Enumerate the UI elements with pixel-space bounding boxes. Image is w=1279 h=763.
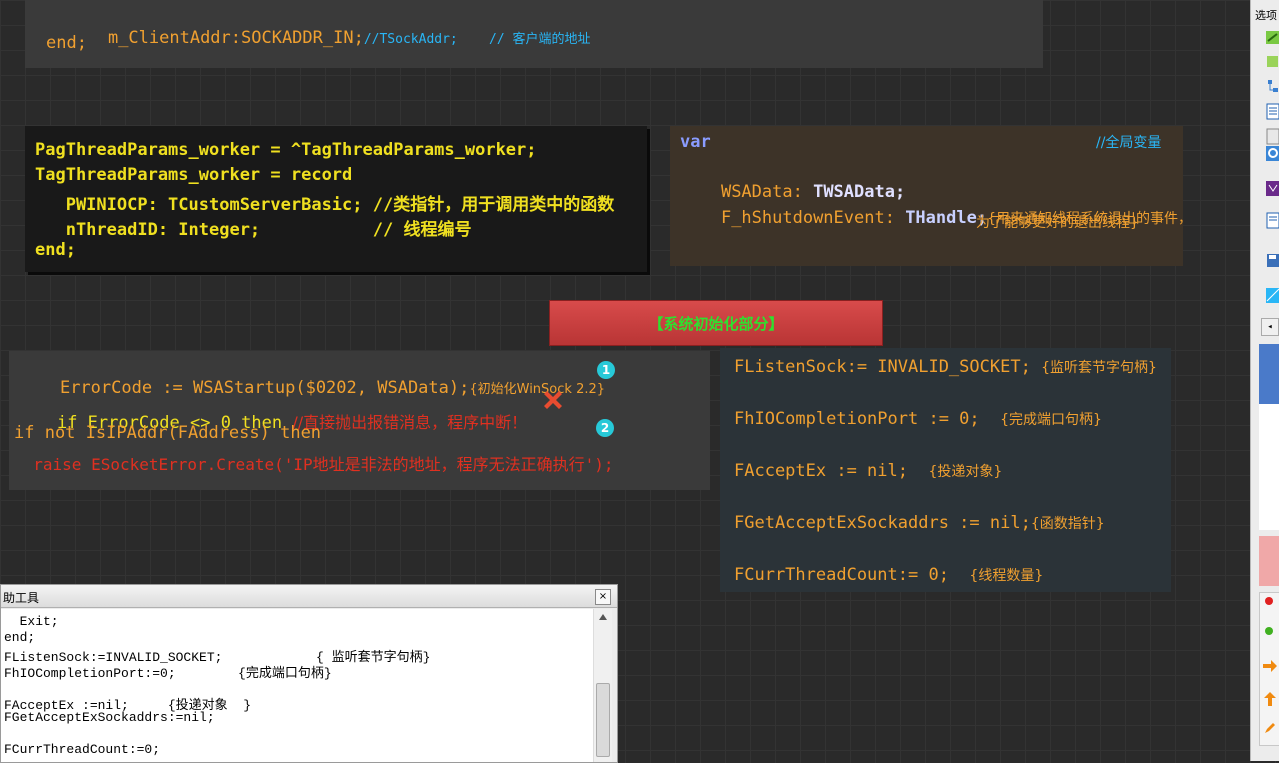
client-addr-line: m_ClientAddr:SOCKADDR_IN;//TSockAddr; //… <box>67 8 591 68</box>
init-vars-block: FListenSock:= INVALID_SOCKET; {监听套节字句柄} … <box>720 348 1171 592</box>
scroll-up-icon[interactable] <box>598 613 608 621</box>
record-line-1: PagThreadParams_worker = ^TagThreadParam… <box>35 140 537 160</box>
helper-line-7: FGetAcceptExSockaddrs:=nil; <box>4 710 215 725</box>
helper-tool-window: 助工具 × Exit; end; FListenSock:=INVALID_SO… <box>0 584 618 763</box>
init-var-listen-code: FListenSock:= INVALID_SOCKET; <box>734 357 1031 377</box>
record-line-3-text: PWINIOCP: TCustomServerBasic; //类指针，用于调用… <box>35 195 615 215</box>
page-icon[interactable] <box>1265 212 1279 229</box>
init-var-threadcount-code: FCurrThreadCount:= 0; <box>734 565 949 585</box>
close-button[interactable]: × <box>595 589 611 605</box>
error-check-block: ErrorCode := WSAStartup($0202, WSAData);… <box>9 351 710 490</box>
purple-book-icon[interactable] <box>1265 180 1279 197</box>
init-var-iocp-code: FhIOCompletionPort := 0; <box>734 409 980 429</box>
tree-icon[interactable] <box>1265 78 1279 95</box>
ipaddr-check-line: if not IsIPAddr(FAddress) then <box>14 423 322 443</box>
init-var-threadcount: FCurrThreadCount:= 0; {线程数量} <box>734 565 1043 585</box>
toolbar-title: 选项 <box>1255 9 1277 22</box>
green-dot-icon[interactable] <box>1263 625 1275 637</box>
init-var-threadcount-comment: {线程数量} <box>969 568 1044 584</box>
red-dot-icon[interactable] <box>1263 595 1275 607</box>
raise-error-line: raise ESocketError.Create('IP地址是非法的地址，程序… <box>14 455 614 474</box>
errorcode-check-line: if ErrorCode <> 0 then //直接抛出报错消息，程序中断！ <box>16 389 527 453</box>
helper-line-1: Exit; <box>4 614 59 629</box>
orange-pencil-icon[interactable] <box>1263 721 1277 735</box>
orange-right-arrow-icon[interactable] <box>1262 659 1278 673</box>
init-var-getaccept-comment: {函数指针} <box>1030 516 1105 532</box>
end-keyword: end; <box>46 33 87 53</box>
init-var-listen-comment: {监听套节字句柄} <box>1041 360 1157 376</box>
top-code-block: m_ClientAddr:SOCKADDR_IN;//TSockAddr; //… <box>25 0 1043 68</box>
document-icon[interactable] <box>1265 103 1279 120</box>
init-var-acceptex-comment: {投递对象} <box>928 464 1003 480</box>
list-icon[interactable] <box>1265 128 1279 145</box>
orange-up-arrow-icon[interactable] <box>1263 691 1277 707</box>
global-vars-block: var //全局变量 WSAData: TWSAData; F_hShutdow… <box>670 126 1192 266</box>
init-var-iocp: FhIOCompletionPort := 0; {完成端口句柄} <box>734 409 1102 429</box>
errorcode-check-comment: //直接抛出报错消息，程序中断！ <box>292 413 528 432</box>
toolbar-pink-panel[interactable] <box>1259 536 1279 586</box>
init-var-getaccept-code: FGetAcceptExSockaddrs := nil; <box>734 513 1031 533</box>
helper-line-2: end; <box>4 630 36 645</box>
client-addr-code: m_ClientAddr:SOCKADDR_IN; <box>107 28 364 48</box>
helper-scrollbar[interactable] <box>593 609 612 762</box>
global-vars-comment: //全局变量 <box>1096 135 1162 151</box>
badge-1: 1 <box>597 361 615 379</box>
save-icon[interactable] <box>1265 252 1279 269</box>
close-icon: × <box>598 591 608 602</box>
badge-2: 2 <box>596 419 614 437</box>
shutdown-name: F_hShutdownEvent: <box>720 208 906 228</box>
var-keyword: var <box>680 132 711 152</box>
record-line-4: nThreadID: Integer; // 线程编号 <box>35 220 472 240</box>
helper-title-text: 助工具 <box>3 591 40 605</box>
init-var-acceptex: FAcceptEx := nil; {投递对象} <box>734 461 1002 481</box>
helper-line-9: FCurrThreadCount:=0; <box>4 742 161 757</box>
green-node-icon[interactable] <box>1265 53 1279 70</box>
record-type-block: PagThreadParams_worker = ^TagThreadParam… <box>25 126 647 272</box>
helper-title-bar[interactable]: 助工具 × <box>1 585 617 608</box>
green-arrows-icon[interactable] <box>1265 29 1279 46</box>
toolbar-white-panel[interactable] <box>1259 404 1279 530</box>
right-toolbar: 选项 ◂ <box>1250 0 1279 761</box>
record-line-3: PWINIOCP: TCustomServerBasic; //类指针，用于调用… <box>35 190 615 215</box>
helper-line-4: FhIOCompletionPort:=0; {完成端口句柄} <box>4 666 332 681</box>
toolbar-scroll-left-button[interactable]: ◂ <box>1261 318 1279 336</box>
helper-text-area[interactable]: Exit; end; FListenSock:=INVALID_SOCKET; … <box>1 609 593 762</box>
scroll-thumb[interactable] <box>596 683 610 757</box>
image-icon[interactable] <box>1265 287 1279 304</box>
record-line-5: end; <box>35 240 76 260</box>
toolbar-blue-panel[interactable] <box>1259 344 1279 404</box>
client-addr-comment: //TSockAddr; // 客户端的地址 <box>363 32 591 47</box>
record-line-2: TagThreadParams_worker = record <box>35 165 353 185</box>
shutdown-type: THandle; <box>905 208 988 228</box>
search-icon[interactable] <box>1265 145 1279 162</box>
init-var-listen: FListenSock:= INVALID_SOCKET; {监听套节字句柄} <box>734 357 1157 377</box>
init-section-header: 【系统初始化部分】 <box>549 300 883 346</box>
init-var-acceptex-code: FAcceptEx := nil; <box>734 461 908 481</box>
red-x-icon <box>544 391 562 409</box>
init-var-iocp-comment: {完成端口句柄} <box>1000 412 1102 428</box>
init-var-getaccept: FGetAcceptExSockaddrs := nil;{函数指针} <box>734 513 1105 533</box>
shutdown-comment-2: 为了能够更好的退出线程} <box>976 215 1139 231</box>
toolbar-tool-strip <box>1259 592 1279 746</box>
